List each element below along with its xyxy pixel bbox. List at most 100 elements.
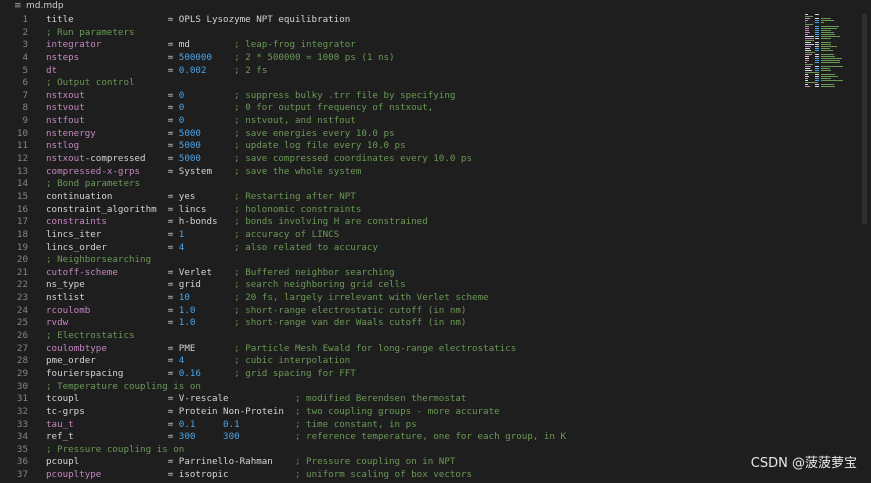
code-line[interactable]: 13 compressed-x-grps = System ; save the … — [0, 166, 800, 179]
code-line[interactable]: 10 nstenergy = 5000 ; save energies every… — [0, 128, 800, 141]
inline-comment: ; search neighboring grid cells — [234, 279, 406, 291]
line-number: 22 — [16, 279, 28, 291]
code-line[interactable]: 15 continuation = yes ; Restarting after … — [0, 191, 800, 204]
line-number: 9 — [22, 115, 28, 127]
code-line[interactable]: 23 nstlist = 10 ; 20 fs, largely irreleva… — [0, 292, 800, 305]
parameter-value: 0.002 — [178, 64, 235, 76]
code-line[interactable]: 4 nsteps = 500000 ; 2 * 500000 = 1000 ps … — [0, 52, 800, 65]
minimap-stroke — [805, 80, 808, 81]
minimap-stroke — [821, 50, 833, 51]
minimap-stroke — [805, 58, 809, 59]
code-line[interactable]: 8 nstvout = 0 ; 0 for output frequency of… — [0, 102, 800, 115]
code-line[interactable]: 36 pcoupl = Parrinello-Rahman ; Pressure … — [0, 456, 800, 469]
parameter-value: 0 — [178, 89, 235, 101]
editor-tab[interactable]: ≡ md.mdp — [0, 0, 871, 13]
minimap-stroke — [821, 76, 838, 77]
code-line[interactable]: 32 tc-grps = Protein Non-Protein ; two co… — [0, 406, 800, 419]
parameter-value: Parrinello-Rahman — [178, 456, 295, 468]
line-number: 29 — [16, 367, 28, 379]
parameter-value: 5000 — [178, 140, 235, 152]
code-line[interactable]: 37 pcoupltype = isotropic ; uniform scali… — [0, 469, 800, 482]
inline-comment: ; suppress bulky .trr file by specifying — [234, 89, 456, 101]
code-line[interactable]: 26 ; Electrostatics — [0, 330, 800, 343]
minimap-stroke — [815, 50, 819, 51]
code-editor[interactable]: ≡ md.mdp 1 title = OPLS Lysozyme NPT equi… — [0, 0, 871, 483]
code-line[interactable]: 1 title = OPLS Lysozyme NPT equilibration — [0, 14, 800, 27]
minimap-stroke — [821, 38, 832, 39]
inline-comment: ; reference temperature, one for each gr… — [294, 431, 567, 443]
code-line[interactable]: 27 coulombtype = PME ; Particle Mesh Ewal… — [0, 343, 800, 356]
minimap-stroke — [805, 78, 808, 79]
code-line[interactable]: 30 ; Temperature coupling is on — [0, 381, 800, 394]
vertical-scrollbar[interactable] — [862, 14, 867, 224]
code-area[interactable]: 1 title = OPLS Lysozyme NPT equilibration… — [0, 14, 800, 482]
parameter-value: 5000 — [178, 127, 235, 139]
minimap-stroke — [805, 18, 810, 19]
code-line[interactable]: 16 constraint_algorithm = lincs ; holonom… — [0, 204, 800, 217]
parameter-key: nstlog — [46, 140, 80, 152]
line-number: 32 — [16, 405, 28, 417]
minimap[interactable] — [805, 14, 845, 94]
code-line[interactable]: 29 fourierspacing = 0.16 ; grid spacing f… — [0, 368, 800, 381]
minimap-stroke — [805, 84, 808, 85]
inline-comment: ; 20 fs, largely irrelevant with Verlet … — [234, 292, 489, 304]
section-comment: ; Neighborsearching — [46, 254, 152, 266]
minimap-stroke — [821, 62, 840, 63]
minimap-stroke — [815, 54, 819, 55]
code-line[interactable]: 3 integrator = md ; leap-frog integrator — [0, 39, 800, 52]
code-line[interactable]: 22 ns_type = grid ; search neighboring gr… — [0, 279, 800, 292]
code-line[interactable]: 2 ; Run parameters — [0, 27, 800, 40]
minimap-stroke — [815, 42, 819, 43]
code-line[interactable]: 9 nstfout = 0 ; nstvout, and nstfout — [0, 115, 800, 128]
line-number: 27 — [16, 342, 28, 354]
inline-comment: ; grid spacing for FFT — [234, 367, 356, 379]
code-line[interactable]: 17 constraints = h-bonds ; bonds involvin… — [0, 216, 800, 229]
code-line[interactable]: 7 nstxout = 0 ; suppress bulky .trr file … — [0, 90, 800, 103]
minimap-stroke — [805, 64, 813, 65]
code-line[interactable]: 33 tau_t = 0.1 0.1 ; time constant, in ps — [0, 419, 800, 432]
minimap-stroke — [805, 26, 809, 27]
code-line[interactable]: 24 rcoulomb = 1.0 ; short-range electrost… — [0, 305, 800, 318]
parameter-value: Protein Non-Protein — [178, 405, 295, 417]
code-line[interactable]: 14 ; Bond parameters — [0, 178, 800, 191]
minimap-stroke — [815, 20, 819, 21]
minimap-stroke — [821, 42, 831, 43]
code-line[interactable]: 19 lincs_order = 4 ; also related to accu… — [0, 242, 800, 255]
parameter-value: 0 — [178, 115, 235, 127]
parameter-value: 0.1 0.1 — [178, 418, 295, 430]
code-line[interactable]: 34 ref_t = 300 300 ; reference temperatur… — [0, 431, 800, 444]
line-number: 8 — [22, 102, 28, 114]
code-line[interactable]: 18 lincs_iter = 1 ; accuracy of LINCS — [0, 229, 800, 242]
parameter-key: nstlist — [46, 292, 85, 304]
minimap-stroke — [815, 56, 819, 57]
line-number: 11 — [16, 140, 28, 152]
code-line[interactable]: 31 tcoupl = V-rescale ; modified Berendse… — [0, 393, 800, 406]
minimap-stroke — [805, 54, 812, 55]
parameter-key: cutoff-scheme — [46, 266, 118, 278]
code-line[interactable]: 21 cutoff-scheme = Verlet ; Buffered neig… — [0, 267, 800, 280]
minimap-stroke — [805, 76, 809, 77]
minimap-stroke — [805, 46, 811, 47]
minimap-stroke — [821, 56, 835, 57]
minimap-stroke — [821, 20, 835, 21]
inline-comment: ; 2 fs — [234, 64, 268, 76]
parameter-value: 1.0 — [178, 317, 235, 329]
line-number: 21 — [16, 266, 28, 278]
parameter-key: rvdw — [46, 317, 69, 329]
inline-comment: ; 0 for output frequency of nstxout, — [234, 102, 434, 114]
inline-comment: ; modified Berendsen thermostat — [294, 393, 467, 405]
code-line[interactable]: 20 ; Neighborsearching — [0, 254, 800, 267]
line-number: 14 — [16, 178, 28, 190]
code-line[interactable]: 6 ; Output control — [0, 77, 800, 90]
code-line[interactable]: 28 pme_order = 4 ; cubic interpolation — [0, 355, 800, 368]
minimap-stroke — [805, 22, 806, 23]
code-line[interactable]: 35 ; Pressure coupling is on — [0, 444, 800, 457]
line-number: 13 — [16, 165, 28, 177]
code-line[interactable]: 12 nstxout-compressed = 5000 ; save compr… — [0, 153, 800, 166]
code-line[interactable]: 25 rvdw = 1.0 ; short-range van der Waals… — [0, 317, 800, 330]
code-line[interactable]: 5 dt = 0.002 ; 2 fs — [0, 65, 800, 78]
parameter-key: nstvout — [46, 102, 85, 114]
parameter-key: nstfout — [46, 115, 85, 127]
inline-comment: ; Particle Mesh Ewald for long-range ele… — [234, 342, 517, 354]
code-line[interactable]: 11 nstlog = 5000 ; update log file every … — [0, 140, 800, 153]
